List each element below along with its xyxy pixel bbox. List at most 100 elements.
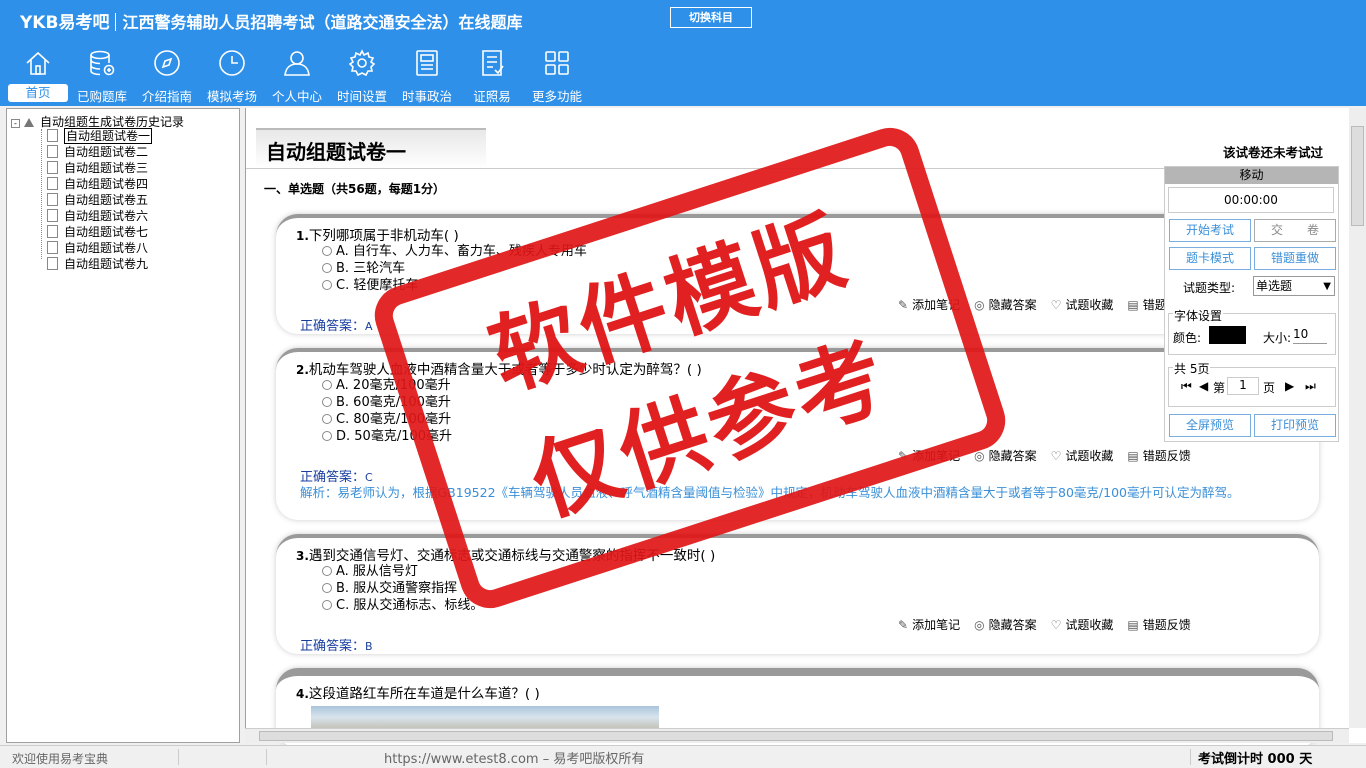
card-mode-button[interactable]: 题卡模式 <box>1169 247 1251 270</box>
first-page-button[interactable]: ⏮ <box>1181 379 1192 394</box>
question-number: 2. <box>296 363 309 377</box>
document-icon <box>47 225 58 238</box>
tree-item[interactable]: 自动组题试卷三 <box>47 160 148 176</box>
radio-button[interactable] <box>322 263 332 273</box>
nav-label: 介绍指南 <box>141 89 192 104</box>
tree-line <box>41 129 42 259</box>
scroll-thumb[interactable] <box>1351 126 1364 226</box>
correct-answer: 正确答案：C <box>300 466 373 485</box>
tree-item[interactable]: 自动组题试卷八 <box>47 240 148 256</box>
database-icon <box>90 50 115 76</box>
tree-item[interactable]: 自动组题试卷五 <box>47 192 148 208</box>
nav-profile[interactable]: 个人中心 <box>265 48 329 104</box>
option-c[interactable]: C. 服从交通标志、标线。 <box>322 594 483 613</box>
nav-mock-exam[interactable]: 模拟考场 <box>200 48 264 104</box>
radio-button[interactable] <box>322 566 332 576</box>
submit-button[interactable]: 交 卷 <box>1254 219 1336 242</box>
color-label: 颜色: <box>1173 331 1202 345</box>
nav-label: 个人中心 <box>271 89 322 104</box>
tree-item[interactable]: 自动组题试卷四 <box>47 176 148 192</box>
question-text: 4.这段道路红车所在车道是什么车道？( ) <box>296 682 540 702</box>
favorite-button[interactable]: ♡ 试题收藏 <box>1051 618 1114 632</box>
hide-answer-button[interactable]: ◎ 隐藏答案 <box>974 618 1037 632</box>
radio-button[interactable] <box>322 280 332 290</box>
countdown-text: 考试倒计时 000 天 <box>1198 752 1313 767</box>
vertical-scrollbar[interactable] <box>1349 108 1366 728</box>
hide-answer-button[interactable]: ◎ 隐藏答案 <box>974 449 1037 463</box>
report-error-button[interactable]: ▤错题反馈 <box>1127 449 1190 463</box>
radio-button[interactable] <box>322 397 332 407</box>
divider <box>246 168 1166 169</box>
question-actions: ✎添加笔记 ◎隐藏答案 ♡试题收藏 ▤错题反馈 <box>898 616 1205 633</box>
tree-item[interactable]: 自动组题试卷九 <box>47 256 148 272</box>
report-icon: ▤ <box>1127 449 1139 463</box>
last-page-button[interactable]: ⏭ <box>1305 379 1316 394</box>
action-label: 隐藏答案 <box>988 618 1037 632</box>
radio-button[interactable] <box>322 583 332 593</box>
compass-icon <box>154 50 180 76</box>
start-exam-button[interactable]: 开始考试 <box>1169 219 1251 242</box>
prev-page-button[interactable]: ◀ <box>1199 379 1208 393</box>
size-label: 大小: <box>1263 331 1292 345</box>
move-handle[interactable]: 移动 <box>1165 167 1338 184</box>
add-note-button[interactable]: ✎ 添加笔记 <box>898 618 960 632</box>
answer-label: 正确答案： <box>300 470 366 485</box>
action-label: 隐藏答案 <box>988 449 1037 463</box>
question-number: 1. <box>296 229 309 243</box>
tree-item-label: 自动组题试卷五 <box>64 193 149 207</box>
switch-subject-button[interactable]: 切换科目 <box>670 7 752 28</box>
tree-item[interactable]: 自动组题试卷二 <box>47 144 148 160</box>
page-prefix: 第 <box>1213 381 1226 395</box>
fullscreen-preview-button[interactable]: 全屏预览 <box>1169 414 1251 437</box>
nav-time-settings[interactable]: 时间设置 <box>330 48 394 104</box>
redo-errors-button[interactable]: 错题重做 <box>1254 247 1336 270</box>
radio-button[interactable] <box>322 431 332 441</box>
nav-current-affairs[interactable]: 时事政治 <box>395 48 459 104</box>
divider <box>115 13 117 31</box>
nav-guide[interactable]: 介绍指南 <box>135 48 199 104</box>
favorite-button[interactable]: ♡ 试题收藏 <box>1051 298 1114 312</box>
font-settings-label: 字体设置 <box>1173 307 1224 324</box>
report-icon: ▤ <box>1127 618 1139 632</box>
tree-item-label: 自动组题试卷四 <box>64 177 149 191</box>
exam-title: 江西警务辅助人员招聘考试（道路交通安全法）在线题库 <box>122 13 523 32</box>
newspaper-icon <box>416 50 438 76</box>
report-error-button[interactable]: ▤错题反馈 <box>1127 618 1190 632</box>
status-bar: 欢迎使用易考宝典 https://www.etest8.com – 易考吧版权所… <box>0 745 1366 768</box>
correct-answer: 正确答案：B <box>300 635 373 654</box>
heart-icon: ♡ <box>1050 618 1062 632</box>
hide-answer-button[interactable]: ◎ 隐藏答案 <box>974 298 1037 312</box>
document-icon <box>47 193 58 206</box>
tree-item-label: 自动组题试卷三 <box>64 161 149 175</box>
next-page-button[interactable]: ▶ <box>1285 379 1294 393</box>
font-size-input[interactable]: 10 <box>1293 327 1327 344</box>
copyright-text: https://www.etest8.com – 易考吧版权所有 <box>384 752 645 767</box>
nav-label: 更多功能 <box>531 89 582 104</box>
favorite-button[interactable]: ♡ 试题收藏 <box>1051 449 1114 463</box>
app-title: YKB易考吧 江西警务辅助人员招聘考试（道路交通安全法）在线题库 <box>20 8 522 33</box>
nav-purchased[interactable]: 已购题库 <box>70 48 134 104</box>
nav-more[interactable]: 更多功能 <box>525 48 589 104</box>
radio-button[interactable] <box>322 414 332 424</box>
print-preview-button[interactable]: 打印预览 <box>1254 414 1336 437</box>
tree-item[interactable]: 自动组题试卷七 <box>47 224 148 240</box>
nav-certificates[interactable]: 证照易 <box>460 48 524 104</box>
action-label: 试题收藏 <box>1065 298 1114 312</box>
question-stem: 这段道路红车所在车道是什么车道？( ) <box>308 686 540 702</box>
heart-icon: ♡ <box>1050 449 1062 463</box>
page-number-input[interactable]: 1 <box>1227 377 1259 395</box>
nav-label: 时间设置 <box>336 89 387 104</box>
scroll-thumb[interactable] <box>259 731 1333 741</box>
nav-home[interactable]: 首页 <box>6 48 70 104</box>
horizontal-scrollbar[interactable] <box>245 728 1349 743</box>
folder-icon <box>24 118 34 127</box>
radio-button[interactable] <box>322 246 332 256</box>
radio-button[interactable] <box>322 380 332 390</box>
document-icon <box>47 209 58 222</box>
tree-item[interactable]: 自动组题试卷六 <box>47 208 148 224</box>
question-type-select[interactable]: 单选题 <box>1253 276 1335 296</box>
collapse-icon[interactable]: - <box>11 119 20 128</box>
tree-item[interactable]: 自动组题试卷一 <box>47 128 153 144</box>
radio-button[interactable] <box>322 600 332 610</box>
font-color-swatch[interactable] <box>1209 326 1246 344</box>
